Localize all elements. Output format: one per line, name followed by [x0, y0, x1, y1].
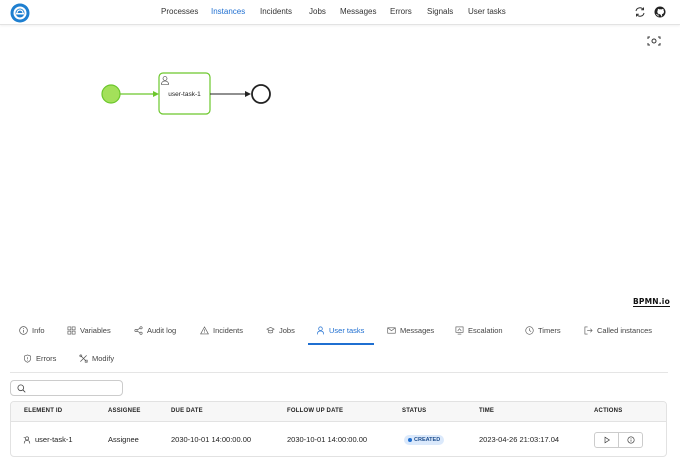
instance-tabs: Info Variables Audit log Incidents Jobs … [10, 320, 668, 373]
tab-label: Audit log [147, 325, 177, 335]
jobs-icon [266, 326, 275, 333]
sequence-flow-1[interactable] [120, 91, 159, 97]
tab-label: Incidents [213, 325, 244, 335]
sequence-flow-2[interactable] [210, 91, 251, 97]
nav-errors[interactable]: Errors [390, 7, 412, 17]
info-icon [626, 436, 635, 444]
tab-label: Info [32, 325, 45, 335]
tab-label: Variables [80, 325, 111, 335]
table-row[interactable]: user-task-1 Assignee 2030-10-01 14:00:00… [11, 423, 666, 456]
status-dot [408, 438, 412, 442]
tab-label: Messages [400, 325, 435, 335]
status-label: CREATED [414, 437, 441, 443]
active-tab-indicator [308, 343, 374, 345]
tab-label: Modify [92, 353, 115, 363]
nav-signals[interactable]: Signals [427, 7, 453, 17]
user-icon [316, 326, 325, 334]
variables-icon [67, 326, 76, 334]
tab-modify[interactable]: Modify [79, 352, 114, 364]
nav-jobs[interactable]: Jobs [309, 7, 326, 17]
tab-called-instances[interactable]: Called instances [584, 324, 652, 336]
column-header-element-id[interactable]: ELEMENT ID [24, 408, 62, 414]
column-header-status[interactable]: STATUS [402, 408, 426, 414]
refresh-icon[interactable] [634, 6, 646, 18]
tab-user-tasks[interactable]: User tasks [316, 324, 364, 336]
cell-time: 2023-04-26 21:03:17.04 [479, 435, 560, 444]
tab-label: Errors [36, 353, 57, 363]
tab-info[interactable]: Info [19, 324, 45, 336]
table-header: ELEMENT ID ASSIGNEE DUE DATE FOLLOW UP D… [11, 402, 666, 422]
cell-due-date: 2030-10-01 14:00:00.00 [171, 435, 252, 444]
nav-instances[interactable]: Instances [211, 7, 245, 17]
tab-label: User tasks [329, 325, 365, 335]
tab-label: Timers [538, 325, 561, 335]
play-icon [604, 436, 610, 444]
complete-task-button[interactable] [594, 432, 619, 448]
tab-incidents[interactable]: Incidents [200, 324, 243, 336]
nav-processes[interactable]: Processes [161, 7, 198, 17]
github-icon[interactable] [654, 6, 666, 18]
task-details-button[interactable] [618, 432, 643, 448]
share-icon [134, 325, 143, 335]
top-navbar: Processes Instances Incidents Jobs Messa… [0, 0, 680, 25]
start-event[interactable] [101, 84, 121, 104]
tab-jobs[interactable]: Jobs [266, 324, 295, 336]
bpmn-canvas[interactable]: user-task-1 [0, 26, 680, 312]
search-icon [17, 384, 26, 393]
clock-icon [525, 325, 534, 335]
tab-label: Called instances [597, 325, 653, 335]
warning-icon [200, 325, 209, 334]
cell-element-id: user-task-1 [35, 435, 73, 444]
tab-timers[interactable]: Timers [525, 324, 561, 336]
search-input[interactable] [10, 380, 123, 396]
shield-icon [24, 354, 31, 363]
user-task-icon [23, 436, 31, 444]
nav-user-tasks[interactable]: User tasks [468, 7, 506, 17]
column-header-time[interactable]: TIME [479, 408, 494, 414]
tab-audit-log[interactable]: Audit log [134, 324, 176, 336]
column-header-follow-up-date[interactable]: FOLLOW UP DATE [287, 408, 343, 414]
tab-escalation[interactable]: Escalation [455, 324, 503, 336]
cell-assignee: Assignee [108, 435, 139, 444]
tools-icon [79, 353, 88, 363]
fit-viewport-icon[interactable] [647, 36, 661, 46]
tab-errors[interactable]: Errors [23, 352, 56, 364]
status-badge: CREATED [404, 435, 445, 445]
tab-messages[interactable]: Messages [387, 324, 434, 336]
bpmn-io-watermark[interactable]: BPMN.io [633, 297, 670, 307]
exit-icon [584, 326, 593, 334]
info-icon [19, 325, 28, 335]
nav-messages[interactable]: Messages [340, 7, 376, 17]
cell-follow-up-date: 2030-10-01 14:00:00.00 [287, 435, 368, 444]
column-header-actions: ACTIONS [594, 408, 623, 414]
tab-label: Escalation [468, 325, 503, 335]
nav-incidents[interactable]: Incidents [260, 7, 292, 17]
column-header-due-date[interactable]: DUE DATE [171, 408, 203, 414]
user-task-label: user-task-1 [168, 91, 201, 98]
tab-label: Jobs [279, 325, 295, 335]
end-event[interactable] [251, 84, 271, 104]
app-logo-icon[interactable] [10, 3, 30, 23]
user-tasks-table: ELEMENT ID ASSIGNEE DUE DATE FOLLOW UP D… [10, 401, 667, 457]
column-header-assignee[interactable]: ASSIGNEE [108, 408, 141, 414]
escalation-icon [455, 326, 464, 334]
envelope-icon [387, 326, 396, 334]
tab-variables[interactable]: Variables [67, 324, 111, 336]
